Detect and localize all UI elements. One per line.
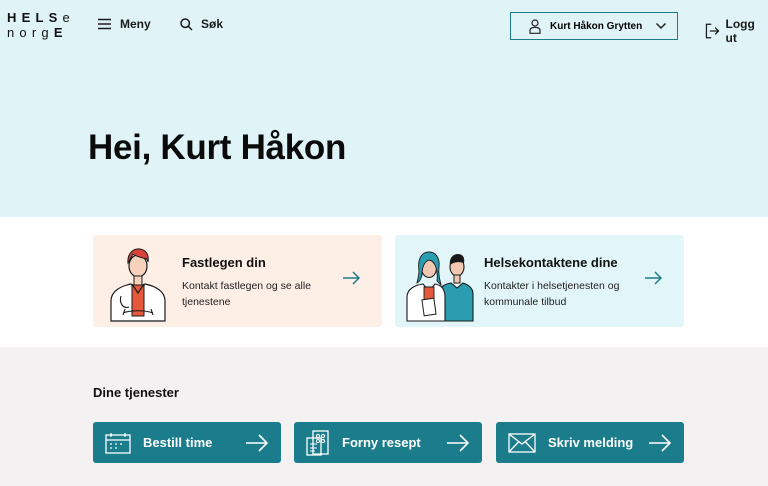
services-section: Dine tjenester Bestill time Forny resept…	[0, 347, 768, 486]
envelope-icon	[508, 432, 536, 453]
doctor-illustration-icon	[110, 248, 166, 322]
services-heading: Dine tjenester	[93, 385, 179, 400]
calendar-icon	[105, 432, 131, 454]
search-label: Søk	[201, 17, 224, 31]
renew-prescription-label: Forny resept	[342, 435, 421, 450]
book-appointment-button[interactable]: Bestill time	[93, 422, 281, 463]
menu-label: Meny	[120, 17, 151, 31]
arrow-right-icon	[645, 271, 662, 285]
write-message-label: Skriv melding	[548, 435, 634, 450]
page-greeting: Hei, Kurt Håkon	[88, 128, 347, 167]
arrow-right-icon	[447, 433, 470, 452]
logout-button[interactable]: Logg ut	[705, 17, 768, 45]
health-contacts-card[interactable]: Helsekontaktene dine Kontakter i helsetj…	[395, 235, 684, 327]
renew-prescription-button[interactable]: Forny resept	[294, 422, 482, 463]
user-menu-button[interactable]: Kurt Håkon Grytten	[510, 12, 678, 40]
search-button[interactable]: Søk	[180, 17, 223, 31]
health-contacts-card-text: Kontakter i helsetjenesten og kommunale …	[484, 280, 620, 308]
menu-button[interactable]: Meny	[97, 17, 151, 31]
logout-icon	[705, 23, 720, 39]
gp-card[interactable]: Fastlegen din Kontakt fastlegen og se al…	[93, 235, 382, 327]
gp-card-title: Fastlegen din	[182, 255, 266, 270]
arrow-right-icon	[246, 433, 269, 452]
arrow-right-icon	[649, 433, 672, 452]
gp-card-text: Kontakt fastlegen og se alle tjenestene	[182, 280, 312, 308]
chevron-down-icon	[655, 22, 667, 30]
hamburger-menu-icon	[98, 18, 111, 30]
arrow-right-icon	[343, 271, 360, 285]
user-icon	[529, 18, 541, 34]
logout-label: Logg ut	[725, 17, 755, 45]
health-contacts-card-title: Helsekontaktene dine	[484, 255, 618, 270]
hero-section: HELSe norgE Meny Søk Kurt Håkon Grytten …	[0, 0, 768, 217]
helsenorge-logo[interactable]: HELSe norgE	[7, 10, 71, 40]
contacts-section: Fastlegen din Kontakt fastlegen og se al…	[0, 217, 768, 347]
book-appointment-label: Bestill time	[143, 435, 213, 450]
health-workers-illustration-icon	[406, 251, 474, 322]
write-message-button[interactable]: Skriv melding	[496, 422, 684, 463]
search-icon	[180, 17, 193, 31]
user-name: Kurt Håkon Grytten	[550, 20, 643, 32]
prescription-icon	[306, 429, 329, 456]
